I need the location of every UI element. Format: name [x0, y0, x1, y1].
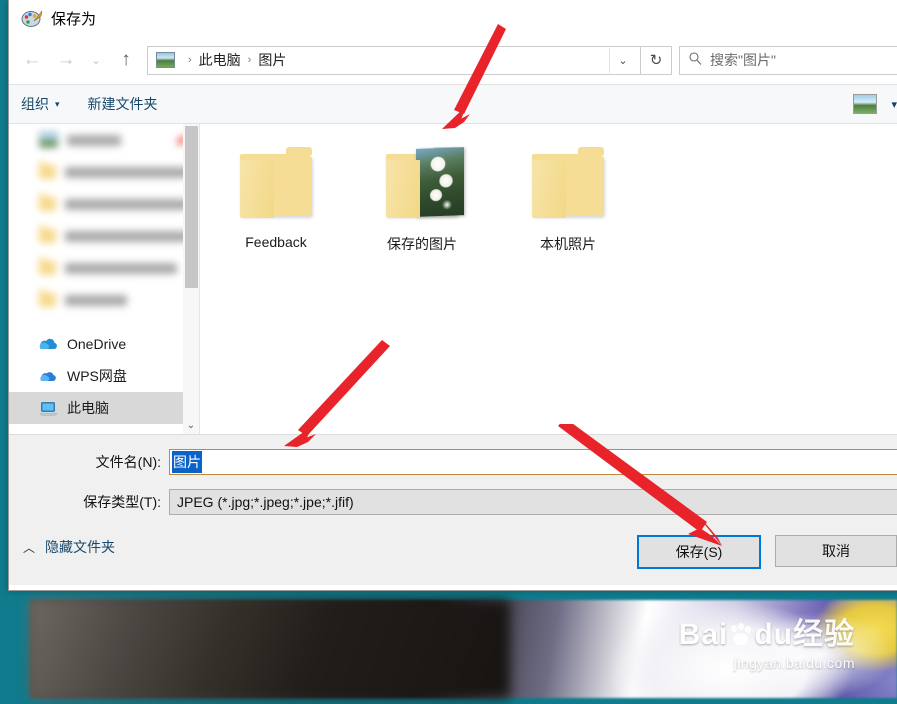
sidebar-item-quick-3[interactable] [9, 220, 199, 252]
new-folder-label: 新建文件夹 [87, 96, 158, 112]
sidebar-item-quick-1[interactable] [9, 156, 199, 188]
file-item-label: Feedback [245, 234, 307, 250]
cancel-button[interactable]: 取消 [775, 535, 897, 567]
file-item-feedback[interactable]: Feedback [226, 146, 326, 254]
navigation-sidebar: 📌 OneDrive WPS网盘 此电脑 ⌄ [9, 124, 200, 434]
folder-icon [234, 146, 318, 224]
breadcrumb-separator-2: › [247, 54, 252, 66]
dialog-body: 📌 OneDrive WPS网盘 此电脑 ⌄ Feedback 保存的图片 本机… [9, 124, 897, 434]
sidebar-scrollbar-thumb[interactable] [185, 126, 198, 288]
this-pc-icon [39, 401, 58, 416]
sidebar-item-label [65, 166, 193, 178]
filetype-row: 保存类型(T): JPEG (*.jpg;*.jpeg;*.jpe;*.jfif… [9, 489, 897, 515]
file-list-pane[interactable]: Feedback 保存的图片 本机照片 [200, 124, 897, 434]
sidebar-item-label [65, 230, 191, 242]
filetype-label: 保存类型(T): [83, 494, 161, 510]
dialog-buttons: 保存(S) 取消 [637, 535, 897, 569]
breadcrumb-item-this-pc[interactable]: 此电脑 [199, 50, 241, 70]
sidebar-item-label [65, 294, 127, 306]
folder-icon [526, 146, 610, 224]
sidebar-item-label [67, 134, 121, 146]
folder-icon [39, 194, 56, 211]
filename-label: 文件名(N): [95, 454, 161, 470]
folder-thumbnail-flower [416, 147, 464, 217]
forward-button[interactable]: → [49, 43, 83, 77]
filename-input[interactable]: 图片 [169, 449, 897, 475]
file-item-local-photos[interactable]: 本机照片 [518, 146, 618, 254]
sidebar-item-quick-2[interactable] [9, 188, 199, 220]
sidebar-scrollbar[interactable]: ⌄ [183, 124, 199, 434]
file-item-saved-pictures[interactable]: 保存的图片 [372, 146, 472, 254]
new-folder-button[interactable]: 新建文件夹 [88, 94, 158, 114]
chevron-down-icon[interactable]: ⌄ [609, 47, 636, 73]
file-item-label: 保存的图片 [387, 236, 457, 252]
folder-grid: Feedback 保存的图片 本机照片 [200, 146, 897, 254]
filetype-select[interactable]: JPEG (*.jpg;*.jpeg;*.jpe;*.jfif) [169, 489, 897, 515]
sidebar-item-quick-4[interactable] [9, 252, 199, 284]
folder-icon [39, 226, 56, 243]
filename-row: 文件名(N): 图片 [9, 449, 897, 475]
dialog-title-bar: 保存为 [9, 0, 897, 36]
hide-folders-toggle[interactable]: ︿ 隐藏文件夹 [23, 537, 115, 557]
filename-value: 图片 [172, 451, 202, 473]
search-placeholder: 搜索"图片" [710, 52, 776, 68]
search-icon [689, 52, 702, 68]
dialog-title: 保存为 [51, 10, 97, 28]
pictures-icon [39, 132, 58, 148]
organize-button[interactable]: 组织 ▾ [21, 94, 60, 114]
sidebar-item-this-pc[interactable]: 此电脑 [9, 392, 199, 424]
chevron-down-icon[interactable]: ▾ [891, 98, 897, 111]
pictures-folder-icon [156, 52, 175, 68]
paint-palette-icon [21, 7, 43, 29]
view-layout-icon[interactable] [853, 94, 878, 114]
breadcrumb-separator: › [188, 54, 192, 66]
sidebar-item-label [65, 262, 177, 274]
sidebar-item-wps-cloud[interactable]: WPS网盘 [9, 360, 199, 392]
sidebar-item-label: 此电脑 [67, 400, 109, 416]
file-item-label: 本机照片 [540, 236, 596, 252]
search-input[interactable]: 搜索"图片" [679, 45, 897, 75]
command-toolbar: 组织 ▾ 新建文件夹 ▾ [9, 84, 897, 124]
sidebar-item-pictures-quick[interactable]: 📌 [9, 124, 199, 156]
save-as-dialog: 保存为 ← → ⌄ ↑ › 此电脑 › 图片 ⌄ ↻ 搜索"图片" 组织 ▾ 新… [8, 0, 897, 591]
save-form-area: 文件名(N): 图片 保存类型(T): JPEG (*.jpg;*.jpeg;*… [9, 434, 897, 585]
wps-cloud-icon [39, 369, 58, 383]
breadcrumb[interactable]: › 此电脑 › 图片 ⌄ [147, 45, 641, 75]
flower-photo-blurred-left [30, 600, 510, 698]
onedrive-icon [39, 337, 58, 351]
up-button[interactable]: ↑ [109, 43, 143, 77]
sidebar-item-label: WPS网盘 [67, 368, 127, 384]
chevron-up-icon: ︿ [23, 540, 36, 555]
recent-locations-button[interactable]: ⌄ [83, 43, 109, 77]
hide-folders-label: 隐藏文件夹 [45, 539, 116, 555]
sidebar-item-label: OneDrive [67, 336, 127, 352]
sidebar-item-label [65, 198, 189, 210]
refresh-icon[interactable]: ↻ [641, 45, 672, 75]
navigation-bar: ← → ⌄ ↑ › 此电脑 › 图片 ⌄ ↻ 搜索"图片" [9, 36, 897, 84]
folder-icon-with-thumbnail [380, 146, 464, 224]
organize-label: 组织 [21, 96, 49, 112]
back-button[interactable]: ← [15, 43, 49, 77]
folder-icon [39, 258, 56, 275]
breadcrumb-item-pictures[interactable]: 图片 [258, 50, 286, 70]
sidebar-item-onedrive[interactable]: OneDrive [9, 328, 199, 360]
sidebar-item-quick-5[interactable] [9, 284, 199, 316]
folder-icon [39, 162, 56, 179]
save-button[interactable]: 保存(S) [637, 535, 761, 569]
chevron-down-icon: ▾ [55, 98, 60, 109]
folder-icon [39, 290, 56, 307]
chevron-down-icon[interactable]: ⌄ [183, 417, 199, 434]
